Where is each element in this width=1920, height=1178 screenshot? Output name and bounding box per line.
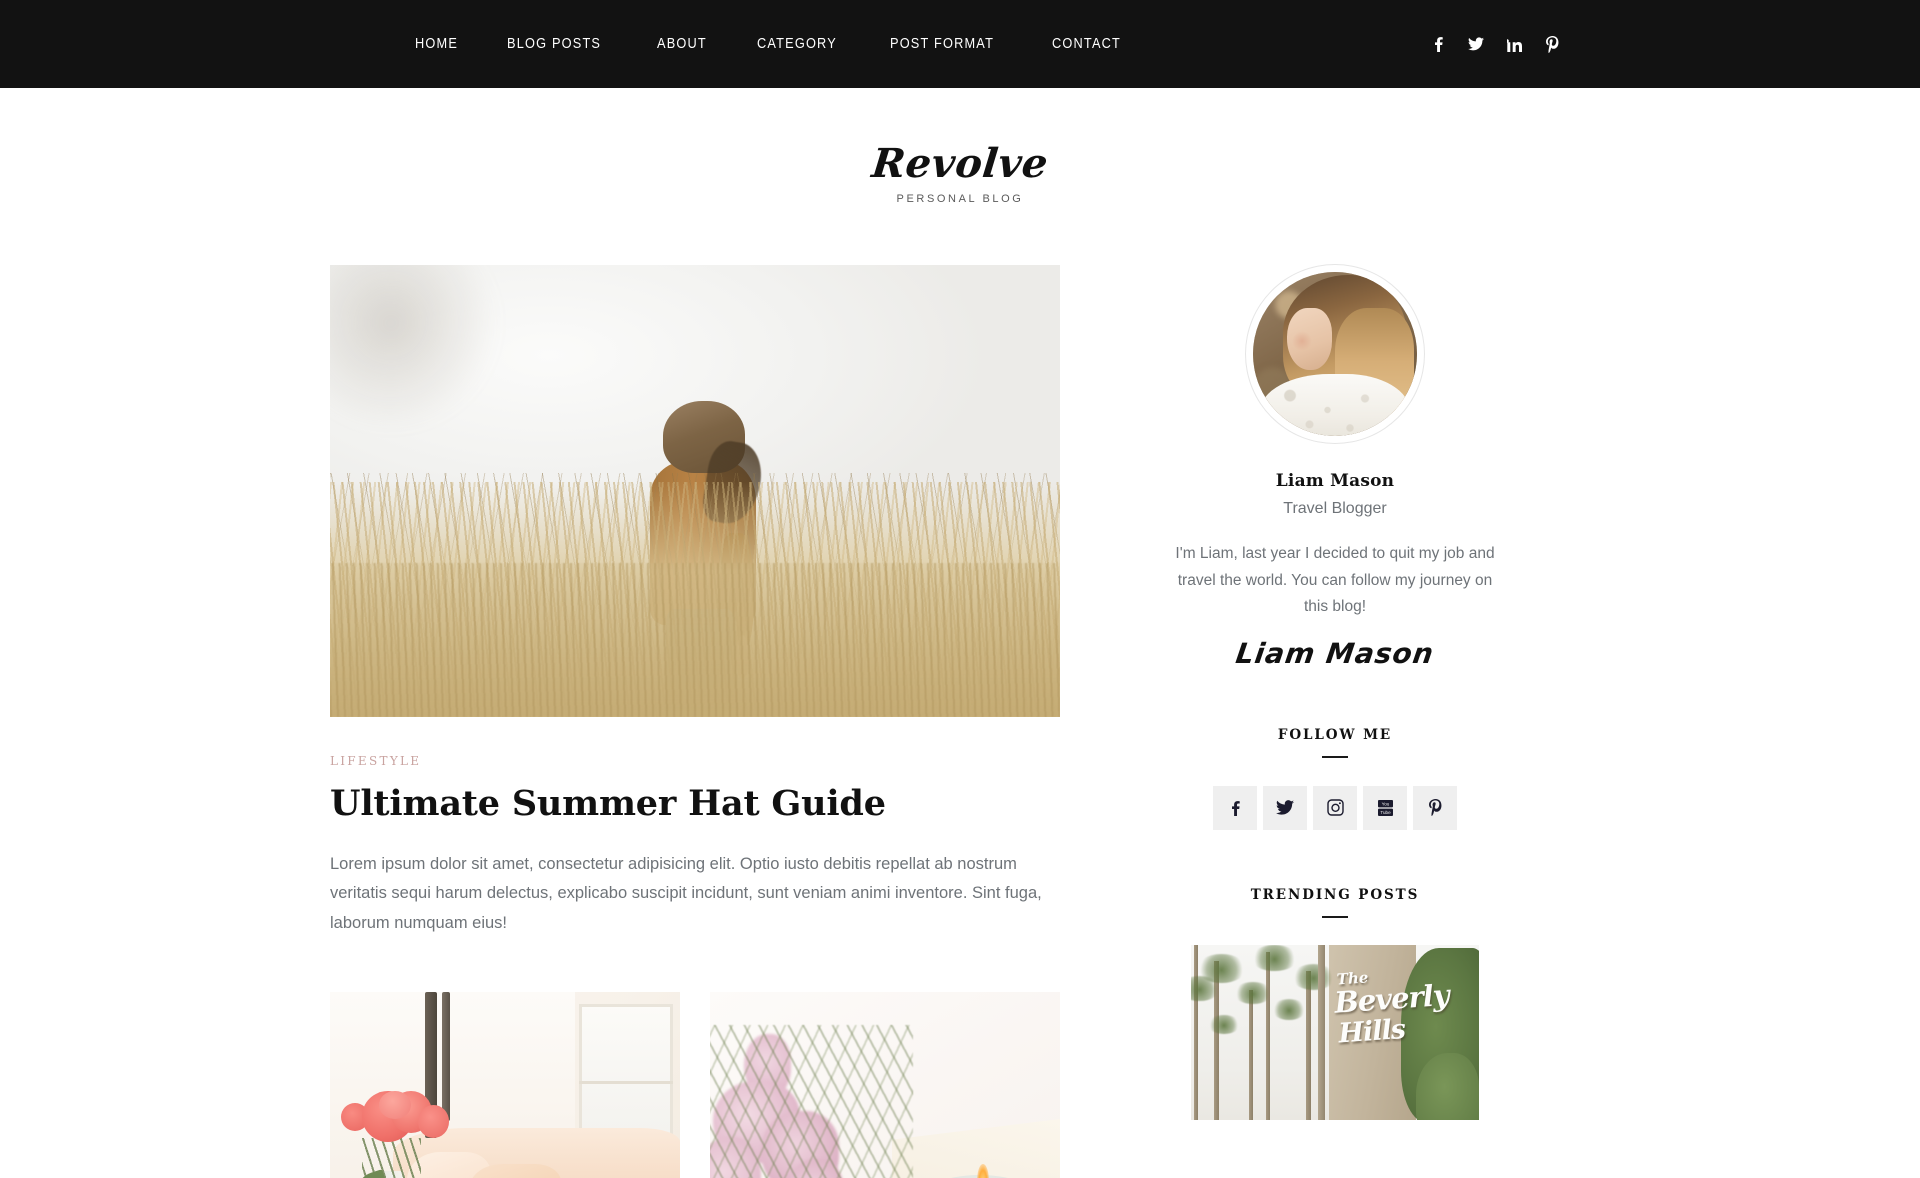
featured-post-image[interactable] [330,265,1060,717]
pinterest-icon [1428,799,1442,817]
author-bio: I'm Liam, last year I decided to quit my… [1175,545,1495,616]
avatar [1246,265,1424,443]
page-content: LIFESTYLE Ultimate Summer Hat Guide Lore… [330,205,1590,1178]
logo-wordmark: Revolve [869,140,1051,187]
follow-youtube-button[interactable]: You Tube [1363,785,1407,830]
follow-me-widget: FOLLOW ME You Tube [1160,727,1510,830]
header-social-links [1430,35,1560,53]
twitter-icon [1276,800,1294,816]
author-name: Liam Mason [1275,471,1395,491]
author-widget: Liam Mason Travel Blogger I'm Liam, last… [1160,265,1510,670]
svg-text:You: You [1381,802,1389,807]
post-category-link[interactable]: LIFESTYLE [330,754,421,768]
main-column: LIFESTYLE Ultimate Summer Hat Guide Lore… [330,265,1060,1178]
statice-candle-photo [710,992,1060,1178]
hotel-sign-text: The Beverly Hills [1330,967,1450,1112]
twitter-icon[interactable] [1468,36,1484,52]
follow-facebook-button[interactable] [1213,785,1257,830]
featured-post: LIFESTYLE Ultimate Summer Hat Guide Lore… [330,265,1060,938]
follow-me-buttons: You Tube [1160,785,1510,830]
follow-instagram-button[interactable] [1313,785,1357,830]
main-menu: HOME BLOG POSTS ABOUT CATEGORY POST FORM… [415,36,1130,52]
follow-twitter-button[interactable] [1263,785,1307,830]
facebook-icon[interactable] [1430,36,1446,52]
instagram-icon [1326,799,1344,817]
site-logo[interactable]: Revolve PERSONAL BLOG [0,88,1920,205]
sidebar: Liam Mason Travel Blogger I'm Liam, last… [1160,265,1510,1120]
post-thumbnail-1[interactable] [330,992,680,1178]
facebook-icon [1231,800,1240,816]
nav-item-post-format[interactable]: POST FORMAT [890,36,994,52]
author-signature: Liam Mason [1233,636,1437,670]
nav-item-about[interactable]: ABOUT [657,36,707,52]
trending-post-image[interactable]: The Beverly Hills [1191,944,1479,1120]
svg-text:Tube: Tube [1380,810,1391,815]
post-excerpt: Lorem ipsum dolor sit amet, consectetur … [330,855,1042,932]
nav-item-contact[interactable]: CONTACT [1052,36,1121,52]
widget-divider [1322,755,1348,758]
top-navigation-bar: HOME BLOG POSTS ABOUT CATEGORY POST FORM… [0,0,1920,88]
post-thumbnail-2[interactable] [710,992,1060,1178]
sign-line-3: Hills [1337,1013,1406,1050]
pinterest-icon[interactable] [1544,35,1560,53]
nav-item-blog-posts[interactable]: BLOG POSTS [507,36,601,52]
author-role: Travel Blogger [1283,500,1387,517]
follow-me-title: FOLLOW ME [1277,726,1393,743]
nav-item-category[interactable]: CATEGORY [757,36,837,52]
trending-posts-title: TRENDING POSTS [1250,886,1420,903]
avatar-photo [1253,272,1417,436]
widget-divider [1322,915,1348,918]
peonies-bedroom-photo [330,992,680,1178]
nav-item-home[interactable]: HOME [415,36,458,52]
logo-tagline: PERSONAL BLOG [896,193,1024,205]
beverly-hills-photo: The Beverly Hills [1191,944,1479,1120]
post-title[interactable]: Ultimate Summer Hat Guide [330,783,1060,825]
post-thumbnail-row [330,992,1060,1178]
youtube-icon: You Tube [1377,799,1393,816]
follow-pinterest-button[interactable] [1413,785,1457,830]
wheat-field-photo [330,265,1060,717]
trending-posts-widget: TRENDING POSTS The Beverly Hills [1160,887,1510,1120]
linkedin-icon[interactable] [1506,36,1522,52]
